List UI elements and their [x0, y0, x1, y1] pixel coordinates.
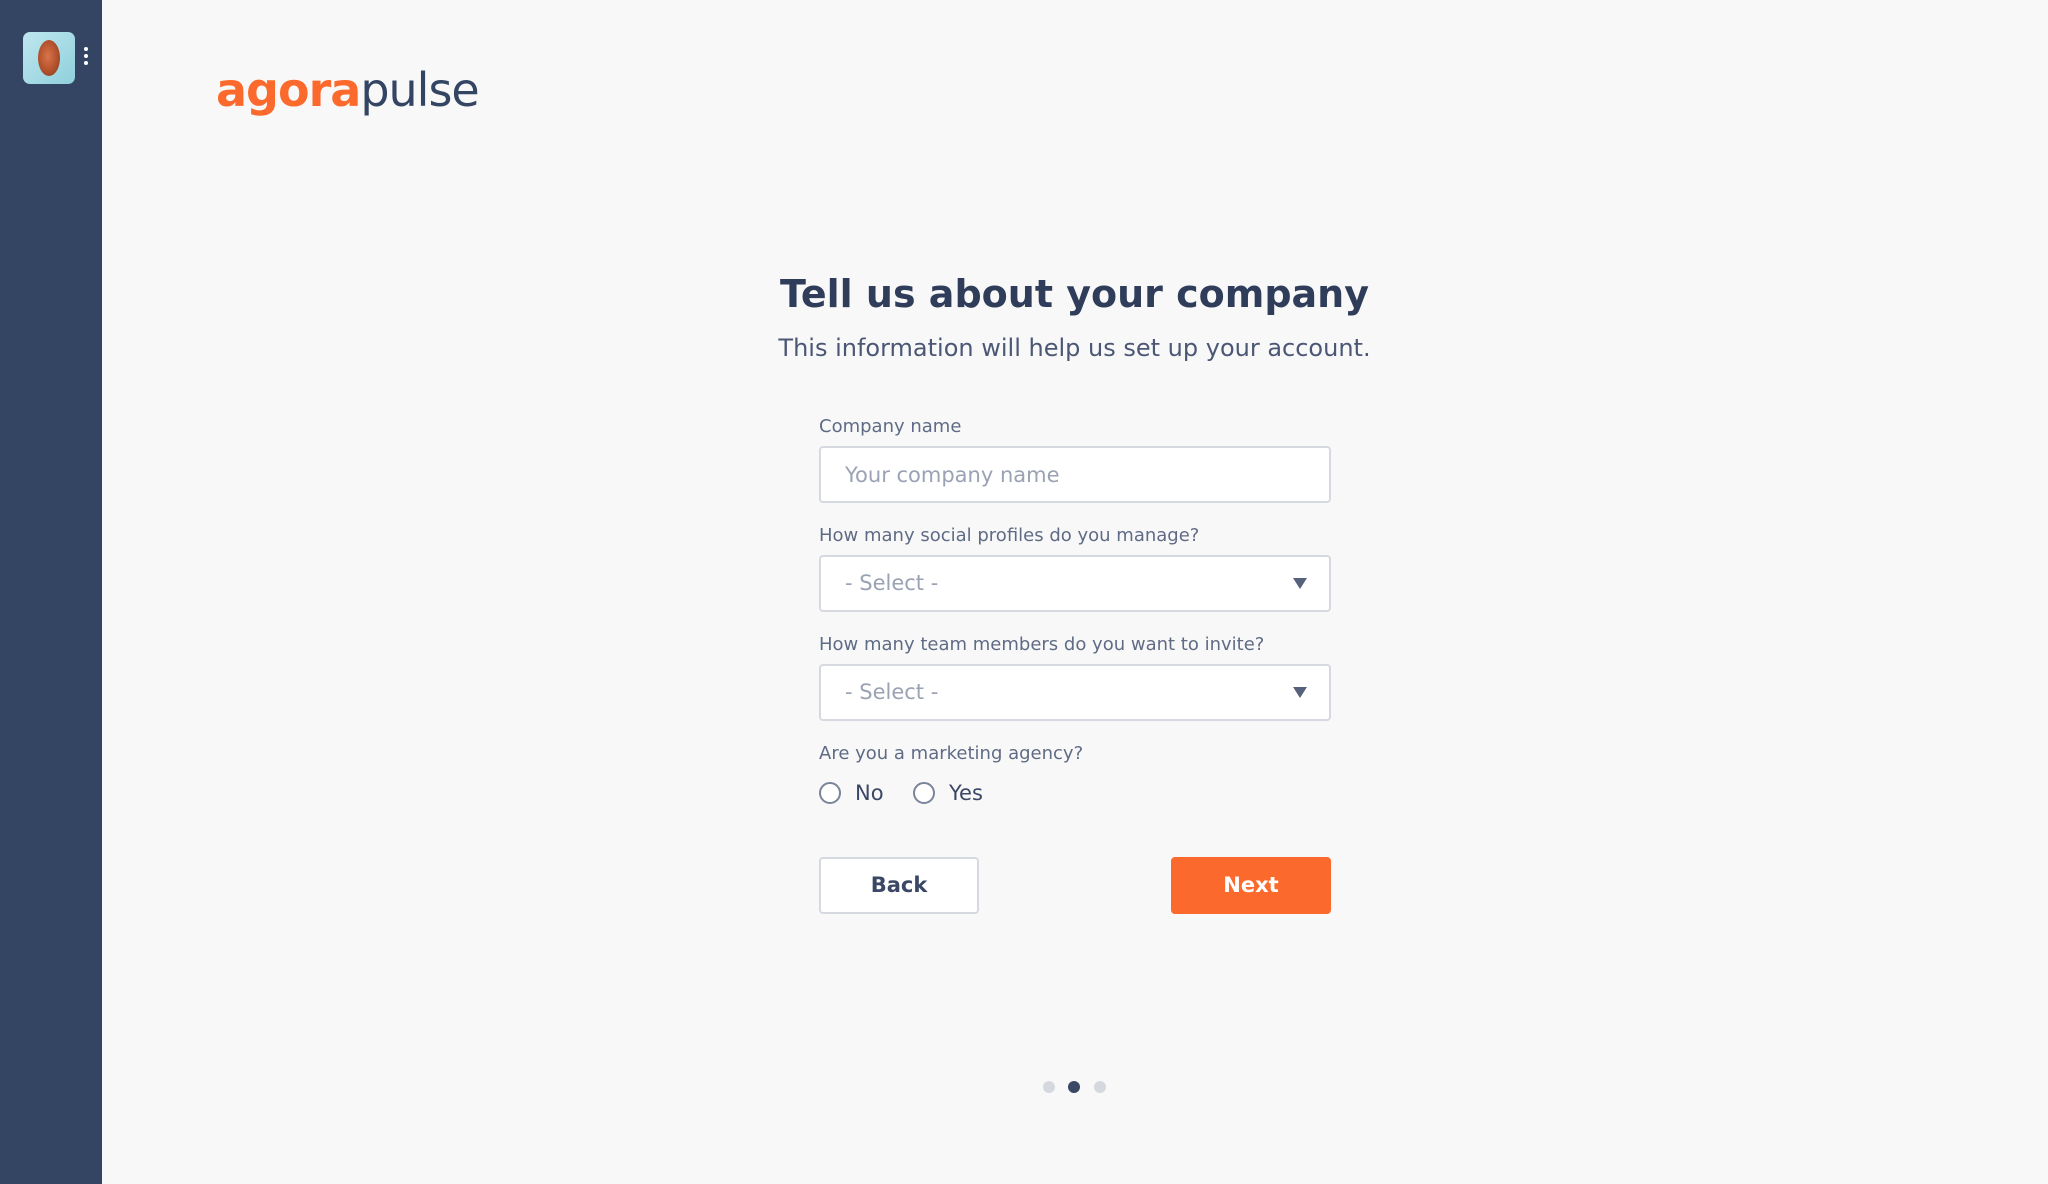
- company-name-input[interactable]: [821, 448, 1329, 501]
- team-members-select[interactable]: - Select -: [819, 664, 1331, 721]
- company-name-label: Company name: [819, 416, 962, 437]
- social-profiles-selected-value: - Select -: [845, 571, 939, 595]
- social-profiles-label: How many social profiles do you manage?: [819, 525, 1200, 546]
- logo-agora-text: agora: [216, 63, 361, 117]
- social-profiles-select[interactable]: - Select -: [819, 555, 1331, 612]
- dropdown-arrow-icon: [1293, 687, 1307, 698]
- page-subtitle: This information will help us set up you…: [778, 334, 1371, 362]
- team-members-label: How many team members do you want to inv…: [819, 634, 1265, 655]
- radio-label-yes[interactable]: Yes: [949, 781, 983, 805]
- dropdown-arrow-icon: [1293, 578, 1307, 589]
- agorapulse-logo: agorapulse: [216, 60, 480, 120]
- sidebar: [0, 0, 102, 1184]
- company-name-field-wrapper: [819, 446, 1331, 503]
- agency-radio-yes[interactable]: Yes: [913, 778, 983, 808]
- next-button[interactable]: Next: [1171, 857, 1331, 914]
- agency-label: Are you a marketing agency?: [819, 743, 1084, 764]
- avatar-image: [38, 40, 60, 76]
- radio-circle-icon[interactable]: [913, 782, 935, 804]
- user-avatar[interactable]: [23, 32, 75, 84]
- step-dot-3: [1094, 1081, 1106, 1093]
- step-dot-1: [1043, 1081, 1055, 1093]
- step-dot-2: [1068, 1081, 1080, 1093]
- page-title: Tell us about your company: [779, 272, 1370, 316]
- team-members-selected-value: - Select -: [845, 680, 939, 704]
- radio-circle-icon[interactable]: [819, 782, 841, 804]
- agency-radio-no[interactable]: No: [819, 778, 884, 808]
- back-button[interactable]: Back: [819, 857, 979, 914]
- radio-label-no[interactable]: No: [855, 781, 884, 805]
- kebab-menu-icon[interactable]: [82, 47, 90, 69]
- logo-pulse-text: pulse: [360, 63, 479, 117]
